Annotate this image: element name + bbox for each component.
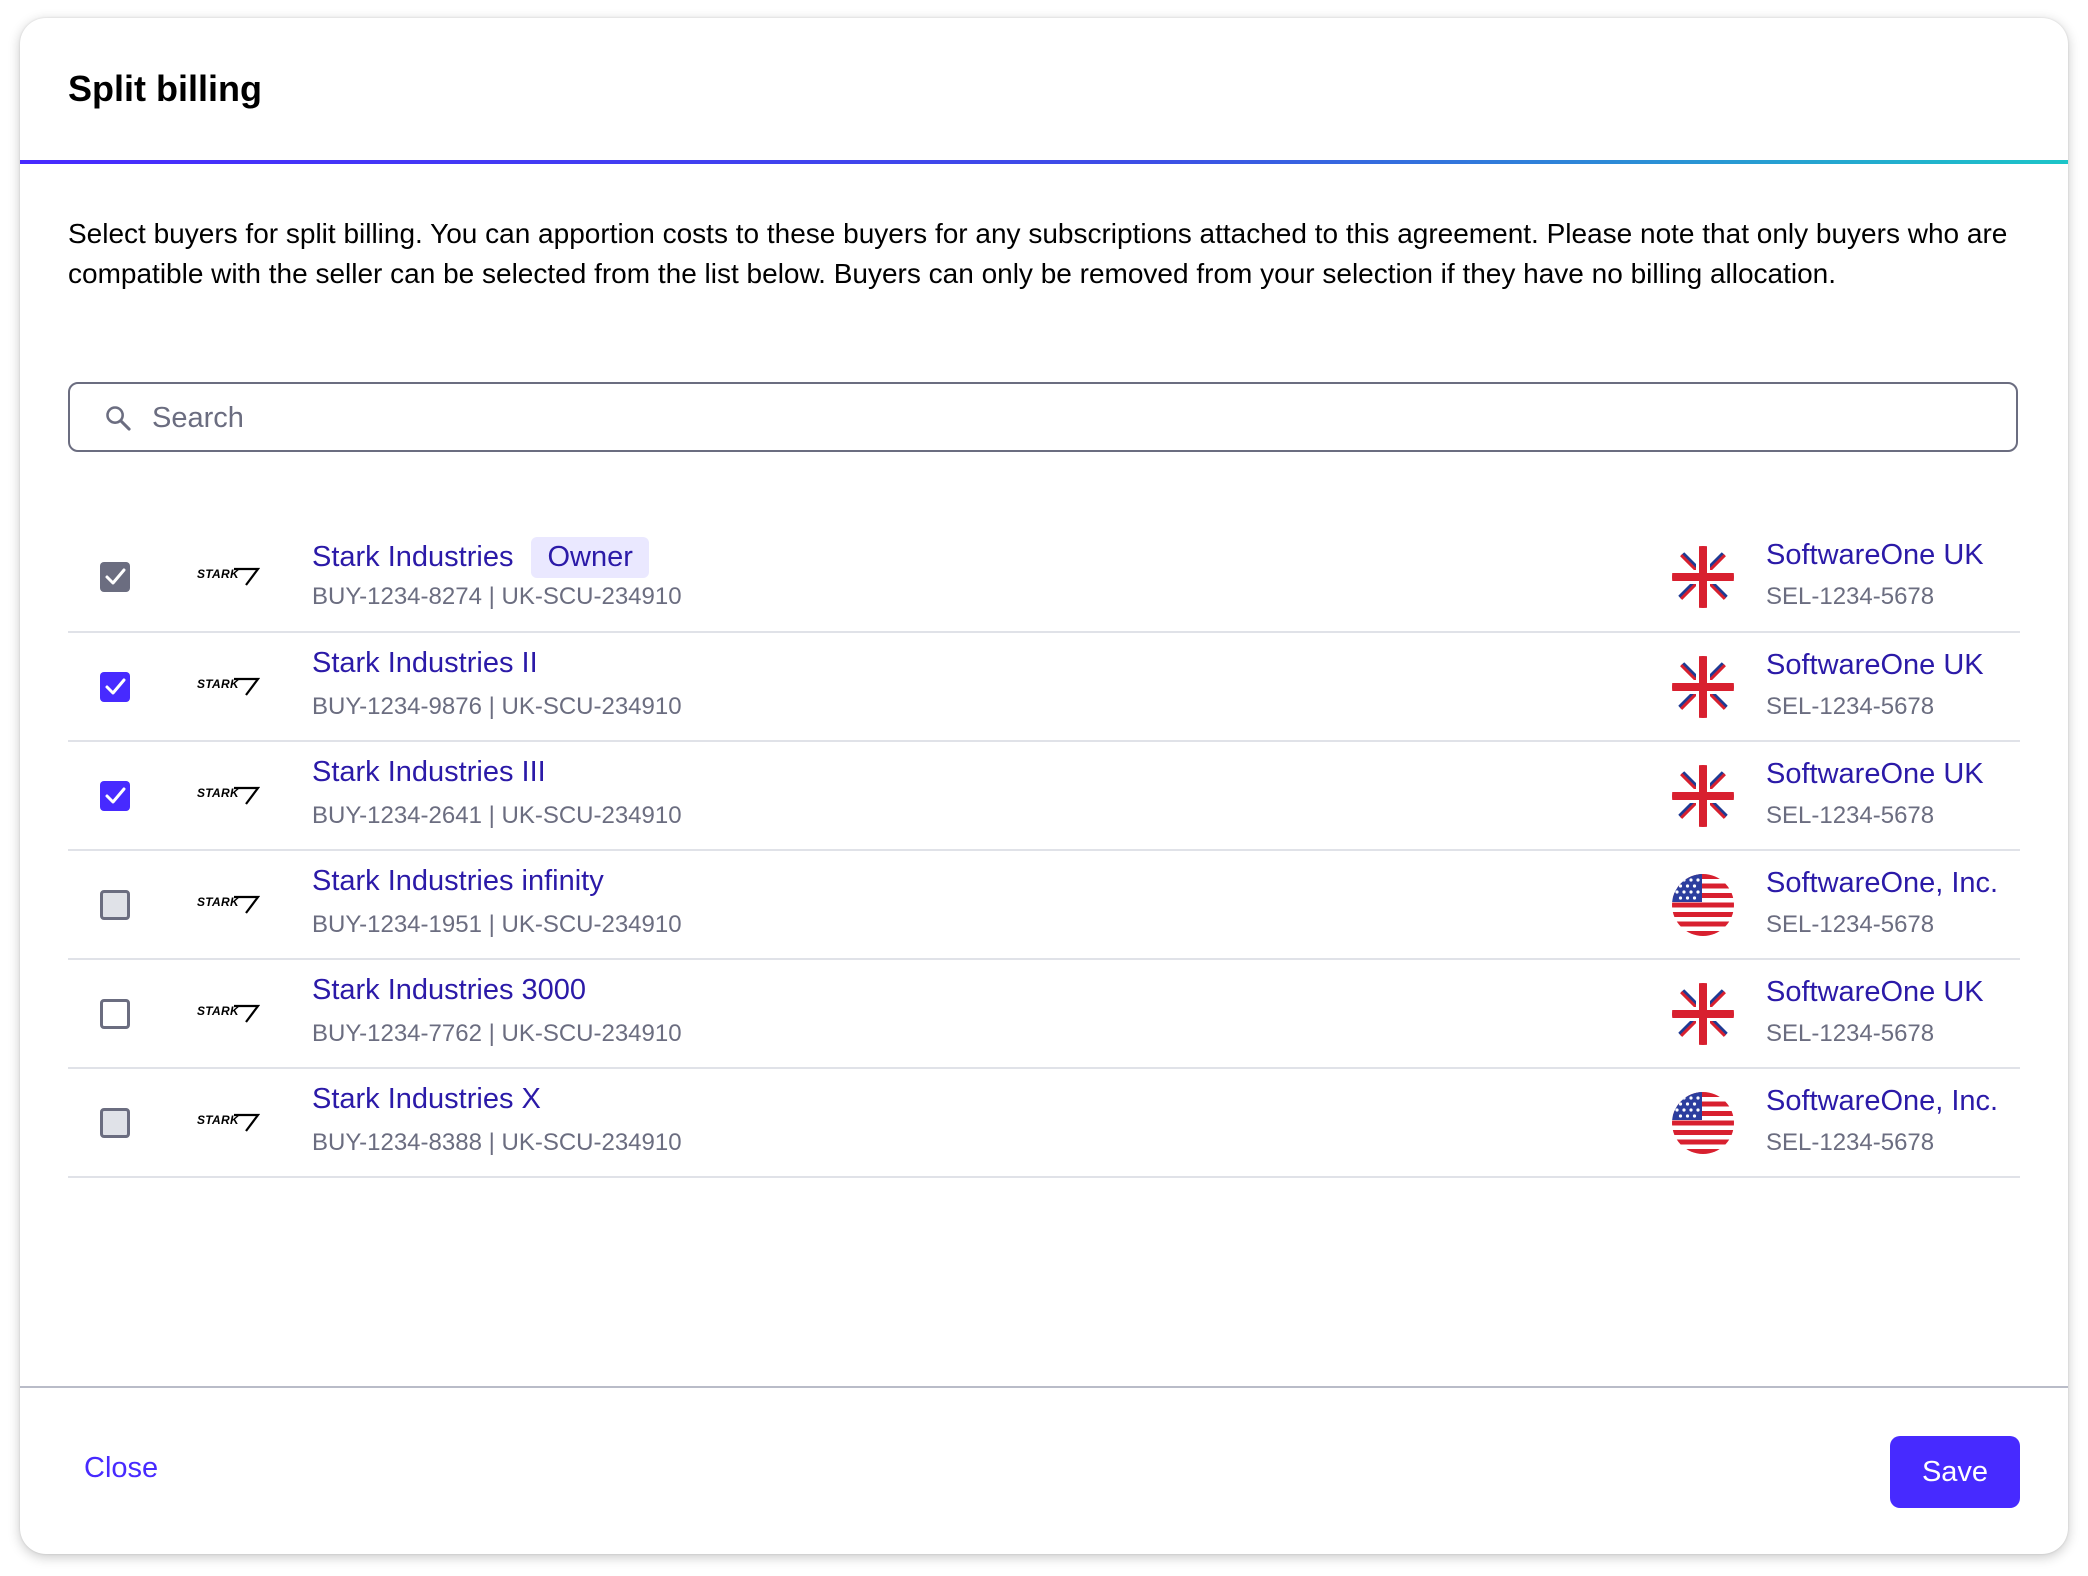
checkmark-icon: [105, 568, 126, 585]
seller-id: SEL-1234-5678: [1766, 802, 1935, 829]
svg-text:STARK: STARK: [197, 567, 240, 581]
uk-flag-icon: [1672, 765, 1734, 827]
buyer-name-link[interactable]: Stark Industries infinity: [312, 865, 604, 898]
search-box[interactable]: [68, 382, 2018, 452]
stark-logo: STARK: [196, 1107, 261, 1133]
buyer-checkbox: [100, 562, 130, 592]
buyer-checkbox: [100, 890, 130, 920]
seller-id: SEL-1234-5678: [1766, 1020, 1935, 1047]
dialog-header: Split billing: [20, 18, 2068, 160]
buyer-row[interactable]: STARK Stark Industries III BUY-1234-2641…: [68, 742, 2020, 851]
search-icon: [106, 406, 131, 431]
search-input[interactable]: [150, 394, 1994, 442]
seller-name-link[interactable]: SoftwareOne, Inc.: [1766, 1085, 1998, 1118]
buyer-name: Stark Industries: [312, 541, 514, 573]
buyer-row[interactable]: STARK Stark Industries 3000 BUY-1234-776…: [68, 960, 2020, 1069]
checkmark-icon: [105, 787, 126, 804]
buyer-id: BUY-1234-8388 | UK-SCU-234910: [312, 1129, 682, 1156]
buyer-name-link[interactable]: Stark Industries Owner: [312, 537, 649, 578]
dialog-title: Split billing: [68, 68, 262, 109]
buyer-name-link[interactable]: Stark Industries II: [312, 647, 538, 680]
owner-badge: Owner: [531, 537, 649, 578]
buyer-name-link[interactable]: Stark Industries X: [312, 1083, 541, 1116]
buyer-name-link[interactable]: Stark Industries III: [312, 756, 546, 789]
checkmark-icon: [105, 678, 126, 695]
buyer-id: BUY-1234-1951 | UK-SCU-234910: [312, 911, 682, 938]
uk-flag-icon: [1672, 983, 1734, 1045]
buyer-name: Stark Industries III: [312, 756, 546, 788]
seller-id: SEL-1234-5678: [1766, 583, 1935, 610]
buyer-row[interactable]: STARK Stark Industries II BUY-1234-9876 …: [68, 633, 2020, 742]
us-flag-icon: [1672, 874, 1734, 936]
save-button[interactable]: Save: [1890, 1436, 2020, 1508]
svg-text:STARK: STARK: [197, 677, 240, 691]
seller-name-link[interactable]: SoftwareOne, Inc.: [1766, 867, 1998, 900]
seller-name-link[interactable]: SoftwareOne UK: [1766, 976, 1984, 1009]
buyer-id: BUY-1234-9876 | UK-SCU-234910: [312, 693, 682, 720]
stark-logo: STARK: [196, 780, 261, 806]
buyer-id: BUY-1234-8274 | UK-SCU-234910: [312, 583, 682, 610]
seller-id: SEL-1234-5678: [1766, 693, 1935, 720]
seller-id: SEL-1234-5678: [1766, 1129, 1935, 1156]
stark-logo: STARK: [196, 889, 261, 915]
buyer-id: BUY-1234-2641 | UK-SCU-234910: [312, 802, 682, 829]
uk-flag-icon: [1672, 546, 1734, 608]
seller-name-link[interactable]: SoftwareOne UK: [1766, 539, 1984, 572]
seller-id: SEL-1234-5678: [1766, 911, 1935, 938]
buyer-checkbox[interactable]: [100, 781, 130, 811]
buyer-name: Stark Industries X: [312, 1083, 541, 1115]
buyer-checkbox: [100, 1108, 130, 1138]
buyer-row[interactable]: STARK Stark Industries infinity BUY-1234…: [68, 851, 2020, 960]
buyer-name-link[interactable]: Stark Industries 3000: [312, 974, 586, 1007]
seller-name-link[interactable]: SoftwareOne UK: [1766, 758, 1984, 791]
svg-text:STARK: STARK: [197, 1004, 240, 1018]
header-divider: [20, 160, 2068, 164]
svg-text:STARK: STARK: [197, 1113, 240, 1127]
svg-text:STARK: STARK: [197, 895, 240, 909]
buyer-checkbox[interactable]: [100, 999, 130, 1029]
close-button[interactable]: Close: [84, 1452, 158, 1485]
buyer-list: STARK Stark Industries Owner BUY-1234-827…: [68, 522, 2020, 1178]
buyer-checkbox[interactable]: [100, 672, 130, 702]
stark-logo: STARK: [196, 561, 261, 587]
split-billing-dialog: Split billing Select buyers for split bi…: [20, 18, 2068, 1554]
buyer-id: BUY-1234-7762 | UK-SCU-234910: [312, 1020, 682, 1047]
dialog-description: Select buyers for split billing. You can…: [68, 218, 2008, 289]
buyer-name: Stark Industries 3000: [312, 974, 587, 1006]
buyer-name: Stark Industries infinity: [312, 865, 604, 897]
seller-name-link[interactable]: SoftwareOne UK: [1766, 649, 1984, 682]
uk-flag-icon: [1672, 656, 1734, 718]
us-flag-icon: [1672, 1092, 1734, 1154]
buyer-name: Stark Industries II: [312, 647, 538, 679]
stark-logo: STARK: [196, 671, 261, 697]
buyer-row[interactable]: STARK Stark Industries Owner BUY-1234-827…: [68, 522, 2020, 633]
buyer-row[interactable]: STARK Stark Industries X BUY-1234-8388 |…: [68, 1069, 2020, 1178]
svg-text:STARK: STARK: [197, 786, 240, 800]
stark-logo: STARK: [196, 998, 261, 1024]
footer-divider: [20, 1386, 2068, 1388]
